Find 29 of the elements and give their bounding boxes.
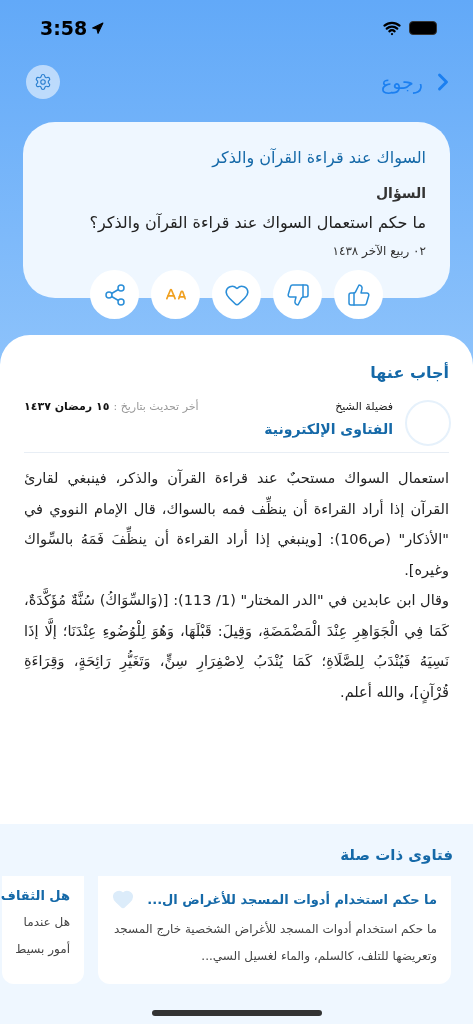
status-time: 3:58 bbox=[40, 17, 105, 39]
thumbs-up-icon bbox=[346, 282, 371, 307]
related-snippet: هل عندما أمور بسيط bbox=[14, 914, 70, 958]
mufti-name: الفتاوى الإلكترونية bbox=[263, 421, 393, 437]
settings-button[interactable] bbox=[26, 65, 60, 99]
related-title: ما حكم استخدام أدوات المسجد للأغراض ال... bbox=[147, 891, 437, 907]
mufti-title: فضيلة الشيخ bbox=[335, 400, 393, 413]
updated-date: ١٥ رمضان ١٤٣٧ bbox=[24, 400, 110, 413]
heart-icon bbox=[112, 888, 134, 910]
answer-paragraph: استعمال السواك مستحبٌ عند قراءة القرآن والذكر، فينبغي لقارئ القرآن إذا أراد القراءة أن ينظِّف فمه بالسواك، قال الإمام النووي في "الأذكار" (ص106): [وينبغي إذا أراد القراءة أن ينظِّفَ فَمَهُ بالسِّواك وغيره]. bbox=[24, 468, 449, 581]
question-text: ما حكم استعمال السواك عند قراءة القرآن والذكر؟ bbox=[88, 213, 426, 232]
battery-icon bbox=[409, 21, 437, 35]
question-date: ٠٢ ربيع الآخر ١٤٣٨ bbox=[331, 244, 426, 258]
answer-heading: أجاب عنها bbox=[369, 363, 449, 382]
avatar-circle bbox=[405, 400, 451, 446]
location-arrow-icon bbox=[91, 21, 105, 35]
answer-paragraph: وقال ابن عابدين في "الدر المختار" (1/ 113): [(وَالسِّوَاكُ) سُنَّةٌ مُؤَكَّدَةٌ، كَمَا فِي الْجَوَاهِرِ عِنْدَ الْمَضْمَضَةِ، وَقِيلَ: قَبْلَهَا، وَهُوَ لِلْوُضُوءِ عِنْدَنَا؛ إلَّا إذَا نَسِيَهُ فَيُنْدَبُ لِلصَّلَاةِ؛ كَمَا يُنْدَبُ لِاصْفِرَارِ سِنٍّ، وَتَغَيُّرِ رَائِحَةٍ، وَقِرَاءَةِ قُرْآنٍ]، والله أعلم. bbox=[24, 585, 449, 707]
question-title: السواك عند قراءة القرآن والذكر bbox=[210, 148, 426, 167]
wifi-icon bbox=[383, 19, 401, 37]
thumbs-down-icon bbox=[285, 282, 310, 307]
question-label: السؤال bbox=[374, 185, 426, 201]
related-title: هل الثقاف bbox=[0, 888, 70, 903]
related-card[interactable]: هل الثقاف هل عندما أمور بسيط bbox=[2, 876, 84, 984]
share-icon bbox=[102, 282, 127, 307]
gear-icon bbox=[34, 73, 52, 91]
updated-label: أخر تحديث بتاريخ : bbox=[113, 400, 199, 413]
related-card[interactable]: ما حكم استخدام أدوات المسجد للأغراض ال... ما حكم استخدام أدوات المسجد للأغراض الشخصية خارج المسجد وتعريضها للتلف، كالسلم، والماء لغسيل السي... bbox=[98, 876, 451, 984]
related-heading: فتاوى ذات صلة bbox=[339, 846, 454, 864]
related-snippet: ما حكم استخدام أدوات المسجد للأغراض الشخصية خارج المسجد وتعريضها للتلف، كالسلم، والماء لغسيل السي... bbox=[113, 920, 437, 966]
